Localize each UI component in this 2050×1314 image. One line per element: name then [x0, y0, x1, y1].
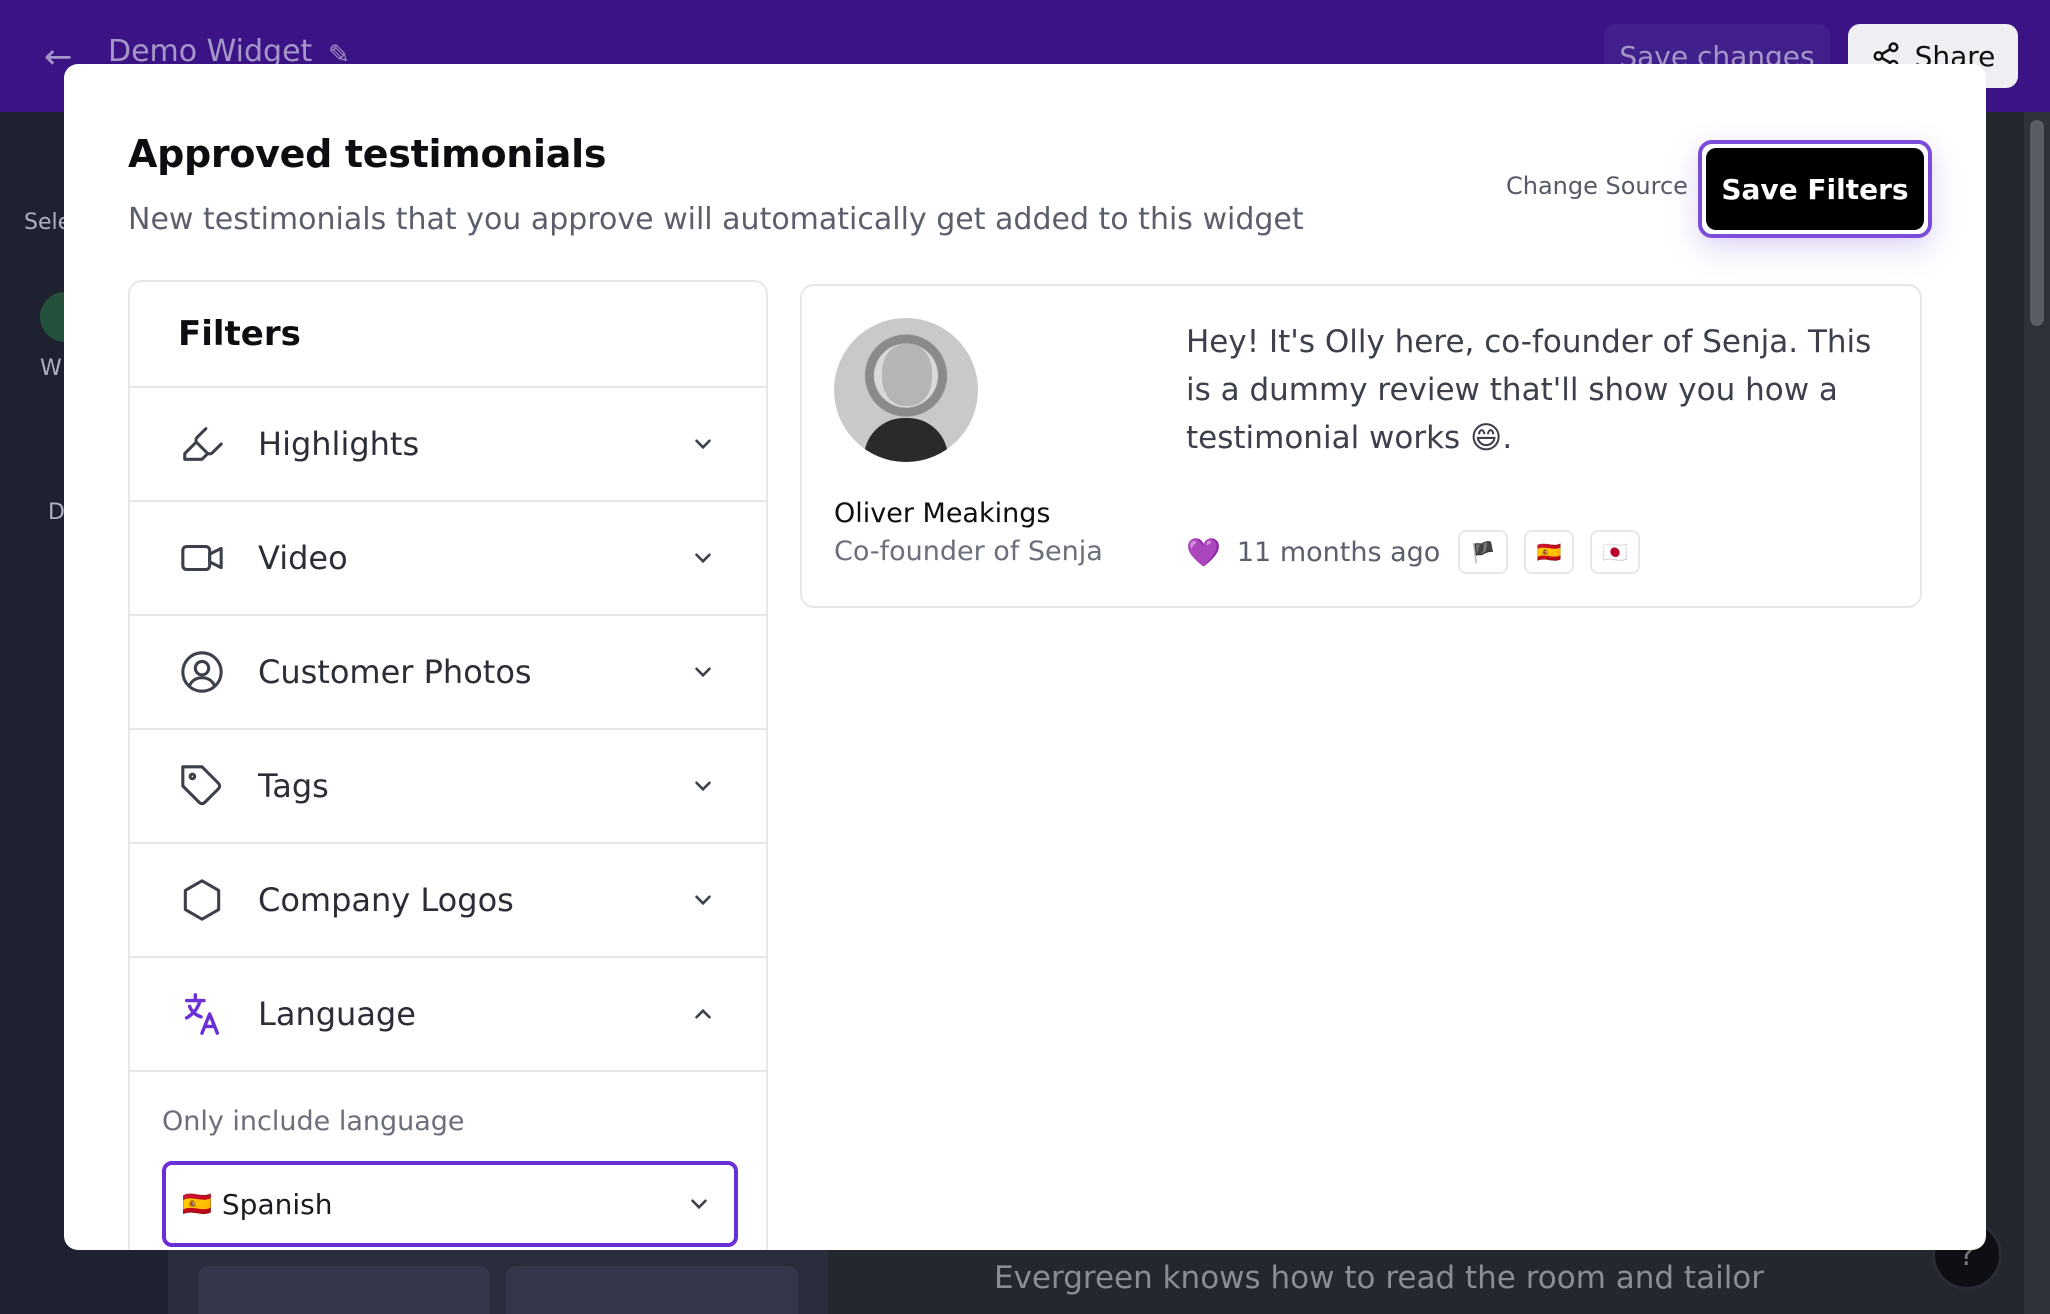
save-filters-button[interactable]: Save Filters — [1706, 148, 1924, 230]
approved-testimonials-modal: Approved testimonials New testimonials t… — [64, 64, 1986, 1250]
user-circle-icon — [178, 648, 226, 696]
filter-video[interactable]: Video — [130, 502, 766, 616]
reviewer-role: Co-founder of Senja — [834, 536, 1103, 567]
chevron-down-icon — [695, 553, 711, 564]
chevron-down-icon — [695, 667, 711, 678]
rail-d-text: D — [48, 500, 65, 525]
filter-label: Language — [258, 995, 416, 1033]
spain-flag-icon: 🇪🇸 — [182, 1190, 212, 1218]
filter-customer-photos[interactable]: Customer Photos — [130, 616, 766, 730]
review-time: 11 months ago — [1236, 536, 1441, 568]
filter-highlights[interactable]: Highlights — [130, 388, 766, 502]
review-text: Hey! It's Olly here, co-founder of Senja… — [1186, 324, 1872, 456]
japan-flag-icon[interactable]: 🇯🇵 — [1590, 530, 1641, 574]
filter-label: Highlights — [258, 425, 420, 463]
chevron-up-icon — [695, 1008, 711, 1019]
language-filter-body: Only include language 🇪🇸 Spanish — [130, 1072, 766, 1247]
england-flag-icon[interactable]: 🏴 — [1458, 530, 1509, 574]
heart-icon: 💜 — [1186, 535, 1221, 569]
language-caption: Only include language — [162, 1106, 465, 1137]
change-source-link[interactable]: Change Source — [1506, 172, 1688, 200]
spain-flag-icon[interactable]: 🇪🇸 — [1524, 530, 1575, 574]
chevron-down-icon — [695, 895, 711, 906]
reviewer-name: Oliver Meakings — [834, 498, 1051, 529]
filter-label: Tags — [258, 767, 329, 805]
preview-text: Evergreen knows how to read the room and… — [994, 1260, 1765, 1314]
scrollbar-thumb[interactable] — [2030, 120, 2044, 326]
modal-title: Approved testimonials — [128, 132, 607, 176]
language-select[interactable]: 🇪🇸 Spanish — [162, 1161, 738, 1247]
language-select-value: Spanish — [221, 1187, 333, 1221]
video-icon — [178, 534, 226, 582]
highlighter-icon — [178, 420, 226, 468]
modal-subtitle: New testimonials that you approve will a… — [128, 202, 1304, 237]
testimonial-card[interactable]: Oliver Meakings Co-founder of Senja Hey!… — [800, 284, 1922, 608]
filter-label: Video — [258, 539, 348, 577]
filter-language[interactable]: Language — [130, 958, 766, 1072]
hexagon-icon — [178, 876, 226, 924]
rail-w-text: W — [40, 356, 62, 381]
filters-title: Filters — [178, 314, 301, 354]
chevron-down-icon — [695, 439, 711, 450]
layout-thumbnail[interactable] — [198, 1266, 490, 1314]
filter-tags[interactable]: Tags — [130, 730, 766, 844]
filters-panel: Filters Highlights Video Customer Photos — [128, 280, 768, 1250]
tag-icon — [178, 762, 226, 810]
chevron-down-icon — [695, 781, 711, 792]
review-meta: 💜 11 months ago 🏴 🇪🇸 🇯🇵 — [1186, 530, 1641, 574]
translate-icon — [178, 990, 226, 1038]
filters-header: Filters — [130, 282, 766, 388]
chevron-down-icon — [691, 1199, 707, 1210]
filter-company-logos[interactable]: Company Logos — [130, 844, 766, 958]
avatar — [834, 318, 978, 462]
filter-label: Customer Photos — [258, 653, 532, 691]
filter-label: Company Logos — [258, 881, 514, 919]
layout-thumbnail[interactable] — [506, 1266, 798, 1314]
